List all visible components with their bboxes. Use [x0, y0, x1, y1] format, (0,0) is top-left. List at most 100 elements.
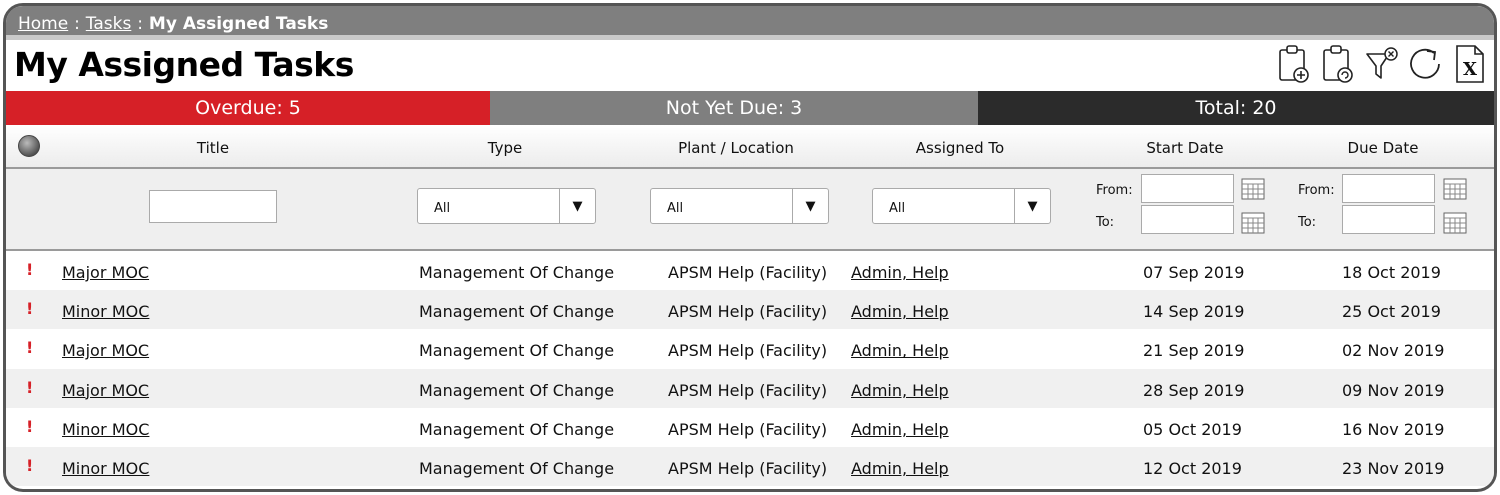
start-to-label: To:: [1096, 215, 1115, 230]
overdue-flag-icon: !: [26, 299, 34, 319]
assigned-to-link[interactable]: Admin, Help: [851, 459, 949, 478]
task-type: Management Of Change: [419, 380, 615, 400]
calendar-icon[interactable]: [1443, 178, 1467, 200]
overdue-flag-icon: !: [26, 377, 34, 397]
task-table-body: ! Major MOC Management Of Change APSM He…: [6, 251, 1494, 487]
calendar-icon[interactable]: [1241, 212, 1265, 234]
title-row: My Assigned Tasks X: [6, 40, 1494, 91]
filter-row: All ▼ All ▼ All ▼ From: To: From: To:: [6, 169, 1494, 251]
excel-glyph: X: [1463, 59, 1477, 80]
calendar-icon[interactable]: [1443, 212, 1467, 234]
table-row: ! Minor MOC Management Of Change APSM He…: [6, 408, 1494, 447]
clear-filter-icon[interactable]: [1362, 42, 1402, 86]
start-date: 21 Sep 2019: [1143, 341, 1245, 361]
task-title-link[interactable]: Major MOC: [62, 341, 149, 360]
start-from-input[interactable]: [1141, 174, 1234, 203]
table-header: Title Type Plant / Location Assigned To …: [6, 125, 1494, 169]
start-date: 28 Sep 2019: [1143, 380, 1245, 400]
add-task-icon[interactable]: [1274, 42, 1314, 86]
assigned-to-link[interactable]: Admin, Help: [851, 302, 949, 321]
task-type: Management Of Change: [419, 419, 615, 439]
column-header-assigned[interactable]: Assigned To: [916, 139, 1004, 157]
toolbar: X: [1274, 42, 1490, 86]
breadcrumb-home-link[interactable]: Home: [18, 14, 68, 34]
type-filter-value: All: [434, 201, 451, 216]
overdue-flag-icon: !: [26, 455, 34, 475]
column-header-title[interactable]: Title: [197, 139, 229, 157]
table-row: ! Minor MOC Management Of Change APSM He…: [6, 290, 1494, 330]
due-to-input[interactable]: [1342, 205, 1435, 234]
plant-filter-value: All: [667, 201, 684, 216]
due-from-label: From:: [1298, 183, 1335, 198]
task-plant: APSM Help (Facility): [668, 341, 828, 361]
tasks-panel: Home : Tasks : My Assigned Tasks My Assi…: [3, 3, 1497, 492]
task-plant: APSM Help (Facility): [668, 419, 828, 439]
breadcrumb-current: My Assigned Tasks: [148, 14, 329, 34]
task-title-link[interactable]: Minor MOC: [62, 459, 149, 478]
chevron-down-icon[interactable]: ▼: [792, 189, 828, 223]
column-header-type[interactable]: Type: [488, 139, 522, 157]
chevron-down-icon[interactable]: ▼: [1014, 189, 1050, 223]
assigned-filter-value: All: [889, 201, 906, 216]
assigned-to-link[interactable]: Admin, Help: [851, 381, 949, 400]
page-title: My Assigned Tasks: [14, 45, 354, 84]
task-title-link[interactable]: Major MOC: [62, 263, 149, 282]
title-filter-input[interactable]: [149, 190, 277, 223]
total-summary[interactable]: Total: 20: [978, 91, 1494, 125]
task-plant: APSM Help (Facility): [668, 380, 828, 400]
due-date: 23 Nov 2019: [1342, 458, 1445, 478]
breadcrumb-tasks-link[interactable]: Tasks: [86, 14, 132, 34]
due-date: 18 Oct 2019: [1342, 263, 1441, 282]
task-plant: APSM Help (Facility): [668, 458, 828, 478]
table-row: ! Major MOC Management Of Change APSM He…: [6, 368, 1494, 408]
plant-filter-select[interactable]: All ▼: [650, 188, 829, 224]
calendar-icon[interactable]: [1241, 178, 1265, 200]
table-row: ! Minor MOC Management Of Change APSM He…: [6, 446, 1494, 487]
assigned-to-link[interactable]: Admin, Help: [851, 263, 949, 282]
overdue-flag-icon: !: [26, 260, 34, 279]
task-type: Management Of Change: [419, 302, 615, 322]
task-type: Management Of Change: [419, 263, 615, 282]
refresh-icon[interactable]: [1406, 42, 1446, 86]
due-date: 16 Nov 2019: [1342, 419, 1445, 439]
due-date: 02 Nov 2019: [1342, 341, 1445, 361]
due-date: 09 Nov 2019: [1342, 380, 1445, 400]
task-plant: APSM Help (Facility): [668, 302, 828, 322]
overdue-flag-icon: !: [26, 338, 34, 358]
start-date: 05 Oct 2019: [1143, 419, 1242, 439]
due-date: 25 Oct 2019: [1342, 302, 1441, 322]
assigned-filter-select[interactable]: All ▼: [872, 188, 1051, 224]
column-header-plant[interactable]: Plant / Location: [678, 139, 794, 157]
column-header-start-date[interactable]: Start Date: [1146, 139, 1223, 157]
table-row: ! Major MOC Management Of Change APSM He…: [6, 251, 1494, 290]
task-plant: APSM Help (Facility): [668, 263, 828, 282]
table-row: ! Major MOC Management Of Change APSM He…: [6, 329, 1494, 368]
type-filter-select[interactable]: All ▼: [417, 188, 596, 224]
task-title-link[interactable]: Minor MOC: [62, 302, 149, 321]
start-date: 12 Oct 2019: [1143, 458, 1242, 478]
assigned-to-link[interactable]: Admin, Help: [851, 420, 949, 439]
assigned-to-link[interactable]: Admin, Help: [851, 341, 949, 360]
start-from-label: From:: [1096, 183, 1133, 198]
chevron-down-icon[interactable]: ▼: [559, 189, 595, 223]
column-header-due-date[interactable]: Due Date: [1348, 139, 1419, 157]
summary-bar: Overdue: 5 Not Yet Due: 3 Total: 20: [6, 91, 1494, 125]
copy-task-icon[interactable]: [1318, 42, 1358, 86]
due-to-label: To:: [1298, 215, 1317, 230]
start-date: 14 Sep 2019: [1143, 302, 1245, 322]
breadcrumb-separator: :: [74, 14, 80, 34]
not-yet-due-summary[interactable]: Not Yet Due: 3: [490, 91, 978, 125]
export-excel-icon[interactable]: X: [1450, 42, 1490, 86]
breadcrumb-separator: :: [137, 14, 143, 34]
breadcrumb: Home : Tasks : My Assigned Tasks: [6, 6, 1494, 40]
task-title-link[interactable]: Minor MOC: [62, 420, 149, 439]
start-date: 07 Sep 2019: [1143, 263, 1245, 282]
due-from-input[interactable]: [1342, 174, 1435, 203]
select-all-toggle[interactable]: [18, 135, 40, 157]
task-type: Management Of Change: [419, 341, 615, 361]
overdue-summary[interactable]: Overdue: 5: [6, 91, 490, 125]
task-type: Management Of Change: [419, 458, 615, 478]
task-title-link[interactable]: Major MOC: [62, 381, 149, 400]
overdue-flag-icon: !: [26, 416, 34, 436]
start-to-input[interactable]: [1141, 205, 1234, 234]
